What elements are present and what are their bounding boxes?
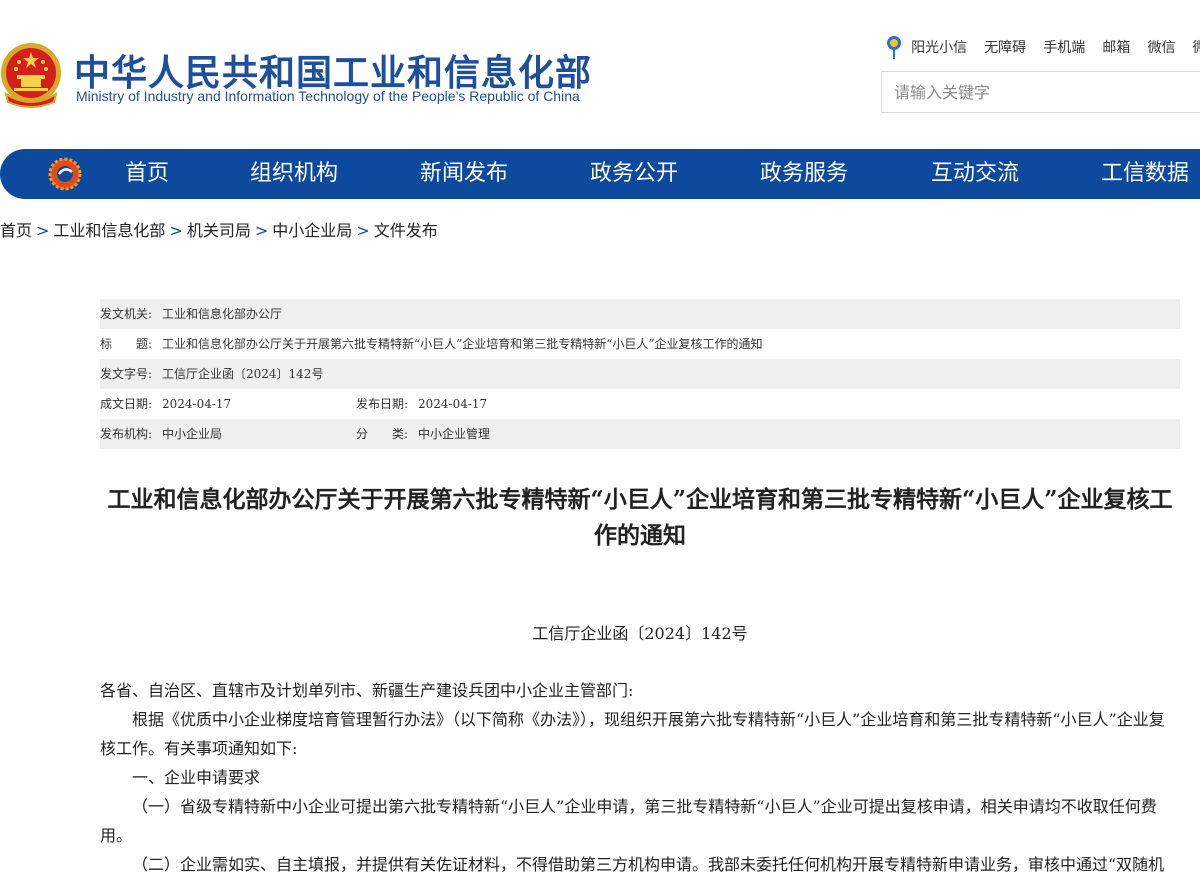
breadcrumb-separator: > bbox=[254, 221, 269, 240]
breadcrumb-documents[interactable]: 文件发布 bbox=[374, 221, 438, 240]
list-item: （二）企业需如实、自主填报，并提供有关佐证材料，不得借助第三方机构申请。我部未委… bbox=[132, 855, 1165, 874]
breadcrumb-miit[interactable]: 工业和信息化部 bbox=[53, 221, 165, 240]
link-wechat[interactable]: 微信 bbox=[1147, 40, 1175, 56]
national-emblem-icon bbox=[1, 43, 61, 108]
sunshine-mascot-icon[interactable] bbox=[884, 34, 904, 60]
nav-item-interaction[interactable]: 互动交流 bbox=[931, 149, 1019, 199]
meta-row-agency: 发布机构: 中小企业局 分 类: 中小企业管理 bbox=[100, 419, 1180, 449]
nav-item-data[interactable]: 工信数据 bbox=[1101, 149, 1189, 199]
published-date-value: 2024-04-17 bbox=[418, 397, 488, 411]
agency-value: 中小企业局 bbox=[162, 427, 223, 441]
issuer-label: 发文机关: bbox=[100, 307, 153, 321]
breadcrumb: 首页 > 工业和信息化部 > 机关司局 > 中小企业局 > 文件发布 bbox=[0, 217, 438, 241]
salutation: 各省、自治区、直辖市及计划单列市、新疆生产建设兵团中小企业主管部门: bbox=[100, 681, 634, 700]
link-weibo[interactable]: 微博 bbox=[1193, 40, 1200, 56]
category-value: 中小企业管理 bbox=[418, 427, 491, 441]
published-date-label: 发布日期: bbox=[356, 397, 409, 411]
doc-no-value: 工信厅企业函〔2024〕142号 bbox=[162, 367, 324, 381]
written-date-label: 成文日期: bbox=[100, 397, 153, 411]
document-body: 各省、自治区、直辖市及计划单列市、新疆生产建设兵团中小企业主管部门: 根据《优质… bbox=[100, 676, 1180, 879]
agency-label: 发布机构: bbox=[100, 427, 153, 441]
search-input[interactable] bbox=[882, 72, 1200, 112]
document-number: 工信厅企业函〔2024〕142号 bbox=[532, 624, 748, 643]
paragraph-intro: 根据《优质中小企业梯度培育管理暂行办法》（以下简称《办法》），现组织开展第六批专… bbox=[100, 710, 1165, 758]
search-box bbox=[881, 71, 1200, 113]
site-subtitle[interactable]: Ministry of Industry and Information Tec… bbox=[76, 88, 580, 104]
ministry-logo-icon[interactable] bbox=[48, 157, 82, 191]
nav-item-organization[interactable]: 组织机构 bbox=[250, 149, 338, 199]
document-meta-table: 发文机关: 工业和信息化部办公厅 标 题: 工业和信息化部办公厅关于开展第六批专… bbox=[100, 299, 1180, 449]
meta-row-doc-no: 发文字号: 工信厅企业函〔2024〕142号 bbox=[100, 359, 1180, 389]
main-nav: 首页 组织机构 新闻发布 政务公开 政务服务 互动交流 工信数据 bbox=[0, 149, 1200, 199]
breadcrumb-departments[interactable]: 机关司局 bbox=[187, 221, 251, 240]
meta-row-title: 标 题: 工业和信息化部办公厅关于开展第六批专精特新“小巨人”企业培育和第三批专… bbox=[100, 329, 1180, 359]
doc-no-label: 发文字号: bbox=[100, 367, 153, 381]
link-mailbox[interactable]: 邮箱 bbox=[1102, 40, 1130, 56]
link-accessibility[interactable]: 无障碍 bbox=[984, 40, 1026, 56]
title-label: 标 题: bbox=[100, 337, 153, 351]
breadcrumb-sme-bureau[interactable]: 中小企业局 bbox=[272, 221, 352, 240]
title-value: 工业和信息化部办公厅关于开展第六批专精特新“小巨人”企业培育和第三批专精特新“小… bbox=[162, 337, 763, 351]
issuer-value: 工业和信息化部办公厅 bbox=[162, 307, 283, 321]
written-date-value: 2024-04-17 bbox=[162, 397, 232, 411]
meta-row-dates: 成文日期: 2024-04-17 发布日期: 2024-04-17 bbox=[100, 389, 1180, 419]
nav-item-news[interactable]: 新闻发布 bbox=[420, 149, 508, 199]
section-heading: 一、企业申请要求 bbox=[132, 768, 261, 787]
meta-row-issuer: 发文机关: 工业和信息化部办公厅 bbox=[100, 299, 1180, 329]
link-mobile[interactable]: 手机端 bbox=[1043, 40, 1085, 56]
breadcrumb-separator: > bbox=[169, 221, 183, 240]
breadcrumb-separator: > bbox=[36, 221, 50, 240]
nav-item-disclosure[interactable]: 政务公开 bbox=[590, 149, 678, 199]
document-title: 工业和信息化部办公厅关于开展第六批专精特新“小巨人”企业培育和第三批专精特新“小… bbox=[107, 486, 1173, 549]
category-label: 分 类: bbox=[356, 427, 409, 441]
nav-item-services[interactable]: 政务服务 bbox=[760, 149, 848, 199]
site-header: 中华人民共和国工业和信息化部 Ministry of Industry and … bbox=[0, 0, 1200, 148]
list-item: （一）省级专精特新中小企业可提出第六批专精特新“小巨人”企业申请，第三批专精特新… bbox=[100, 797, 1157, 845]
nav-item-home[interactable]: 首页 bbox=[125, 149, 169, 199]
breadcrumb-separator: > bbox=[356, 221, 370, 240]
link-sunshine[interactable]: 阳光小信 bbox=[911, 40, 967, 56]
top-links: 阳光小信 无障碍 手机端 邮箱 微信 微博 bbox=[884, 34, 1200, 62]
breadcrumb-home[interactable]: 首页 bbox=[0, 221, 32, 240]
